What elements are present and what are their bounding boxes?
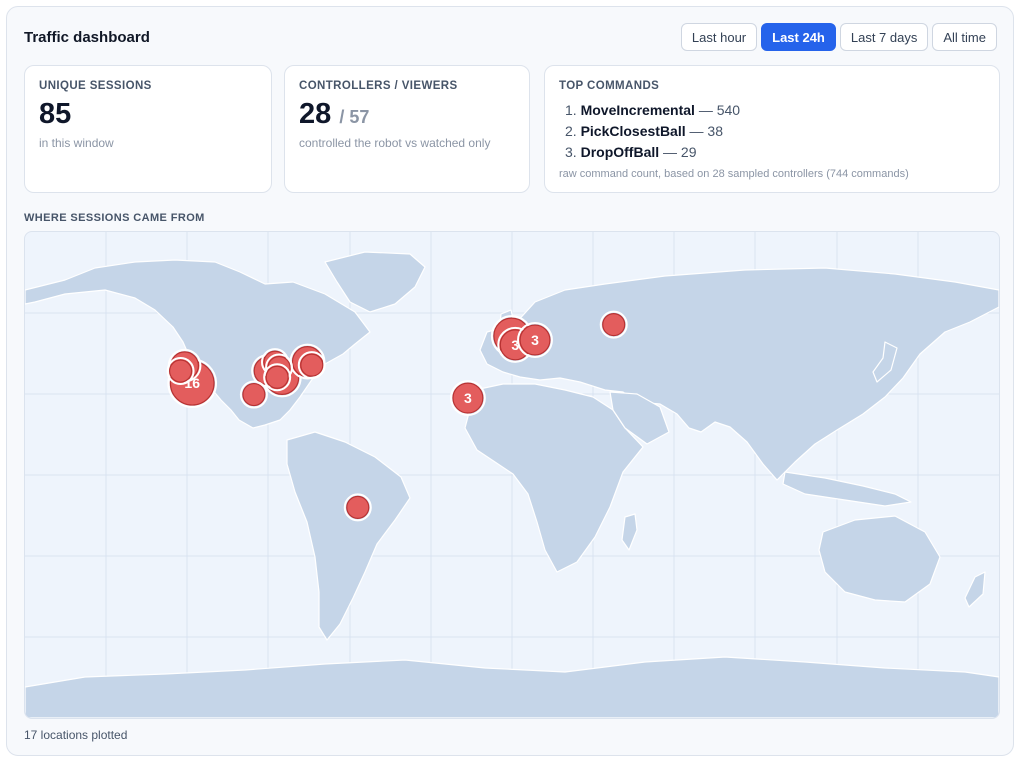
command-item: 2. PickClosestBall — 38 (565, 121, 740, 142)
command-item: 1. MoveIncremental — 540 (565, 100, 740, 121)
controllers-viewers-caption: controlled the robot vs watched only (299, 136, 491, 150)
madagascar-landmass (621, 513, 638, 551)
session-marker[interactable] (265, 365, 289, 389)
session-marker[interactable] (300, 353, 324, 377)
time-range-selector: Last hour Last 24h Last 7 days All time (680, 23, 997, 51)
top-commands-label: TOP COMMANDS (559, 80, 660, 92)
controllers-viewers-card: CONTROLLERS / VIEWERS 28 / 57 controlled… (284, 65, 530, 193)
range-button-last-hour[interactable]: Last hour (680, 23, 758, 51)
world-map-svg: 1675333322 (25, 232, 999, 718)
command-name: MoveIncremental (580, 102, 695, 118)
controllers-viewers-label: CONTROLLERS / VIEWERS (299, 80, 458, 92)
command-rank: 2. (565, 123, 577, 139)
top-commands-note: raw command count, based on 28 sampled c… (559, 168, 909, 180)
unique-sessions-label: UNIQUE SESSIONS (39, 80, 152, 92)
command-rank: 3. (565, 144, 577, 160)
command-count: — 29 (663, 144, 697, 160)
session-marker[interactable] (602, 313, 626, 337)
controllers-count: 28 (299, 98, 332, 130)
map-section-label: WHERE SESSIONS CAME FROM (24, 212, 205, 224)
locations-count: 17 locations plotted (24, 728, 128, 742)
session-marker[interactable] (168, 359, 193, 383)
command-count: — 38 (689, 123, 723, 139)
dashboard-panel: Traffic dashboard Last hour Last 24h Las… (6, 6, 1014, 756)
unique-sessions-caption: in this window (39, 136, 114, 150)
top-commands-list: 1. MoveIncremental — 540 2. PickClosestB… (565, 100, 740, 163)
world-map[interactable]: 1675333322 (24, 231, 1000, 719)
south-america-landmass (286, 431, 411, 641)
session-marker[interactable] (242, 382, 266, 407)
session-marker-count: 3 (531, 332, 539, 348)
session-marker-count: 3 (464, 390, 472, 406)
command-name: DropOffBall (580, 144, 660, 160)
range-button-all-time[interactable]: All time (932, 23, 997, 51)
command-item: 3. DropOffBall — 29 (565, 142, 740, 163)
command-rank: 1. (565, 102, 577, 118)
range-button-last-7-days[interactable]: Last 7 days (839, 23, 929, 51)
indonesia-landmass (782, 471, 912, 507)
new-zealand-landmass (964, 571, 986, 608)
command-count: — 540 (698, 102, 741, 118)
unique-sessions-card: UNIQUE SESSIONS 85 in this window (24, 65, 272, 193)
controllers-viewers-value: 28 / 57 (299, 98, 369, 131)
unique-sessions-value: 85 (39, 98, 72, 130)
top-commands-card: TOP COMMANDS 1. MoveIncremental — 540 2.… (544, 65, 1000, 193)
command-name: PickClosestBall (580, 123, 686, 139)
page-title: Traffic dashboard (24, 29, 150, 46)
session-marker[interactable] (346, 495, 370, 519)
viewers-count: / 57 (339, 107, 370, 127)
range-button-last-24h[interactable]: Last 24h (761, 23, 836, 51)
